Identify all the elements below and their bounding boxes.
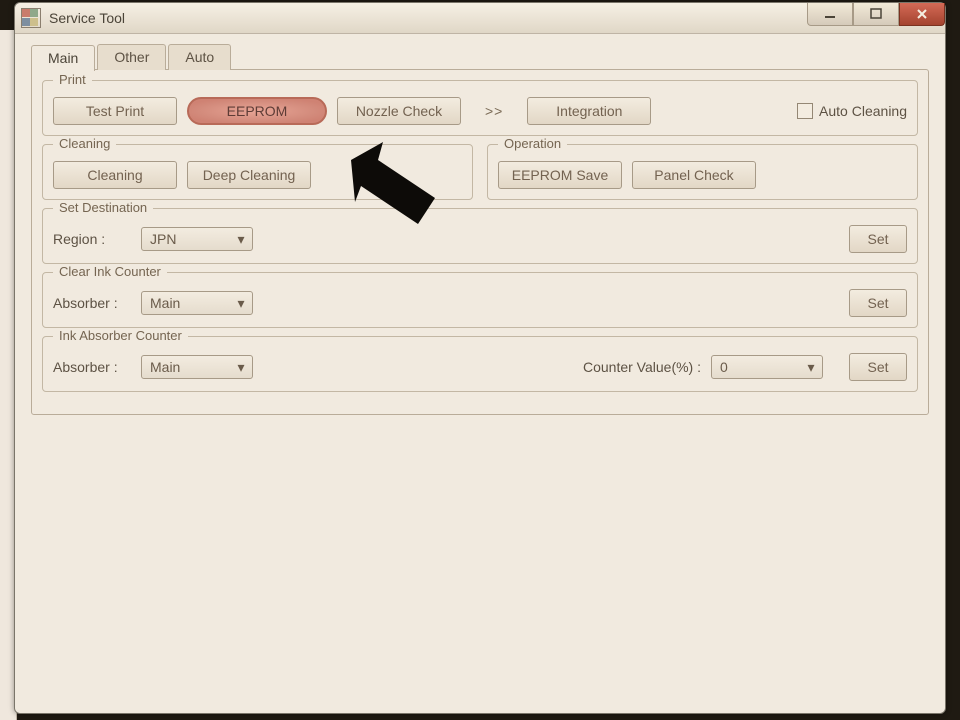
group-clear-ink: Clear Ink Counter Absorber : Main ▾ Set <box>42 272 918 328</box>
group-operation: Operation EEPROM Save Panel Check <box>487 144 918 200</box>
inkabs-absorber-select[interactable]: Main ▾ <box>141 355 253 379</box>
eeprom-save-button[interactable]: EEPROM Save <box>498 161 622 189</box>
group-cleaning-legend: Cleaning <box>53 136 116 151</box>
group-inkabs-legend: Ink Absorber Counter <box>53 328 188 343</box>
counter-value-select[interactable]: 0 ▾ <box>711 355 823 379</box>
print-row: Test Print EEPROM Nozzle Check >> Integr… <box>53 97 907 125</box>
tab-panel-main: Print Test Print EEPROM Nozzle Check >> … <box>31 69 929 415</box>
chevron-down-icon: ▾ <box>804 359 818 376</box>
eeprom-button[interactable]: EEPROM <box>187 97 327 125</box>
dest-set-button[interactable]: Set <box>849 225 907 253</box>
counter-value: 0 <box>720 359 804 375</box>
service-tool-window: Service Tool Main Other Auto <box>14 2 946 714</box>
minimize-icon <box>824 8 836 20</box>
counter-value-label: Counter Value(%) : <box>583 359 701 375</box>
clearink-absorber-select[interactable]: Main ▾ <box>141 291 253 315</box>
inkabs-set-button[interactable]: Set <box>849 353 907 381</box>
maximize-button[interactable] <box>853 3 899 26</box>
group-ink-absorber: Ink Absorber Counter Absorber : Main ▾ C… <box>42 336 918 392</box>
screen: Service Tool Main Other Auto <box>0 0 960 720</box>
inkabs-absorber-value: Main <box>150 359 234 375</box>
tab-other[interactable]: Other <box>97 44 166 70</box>
cleaning-button[interactable]: Cleaning <box>53 161 177 189</box>
group-dest-legend: Set Destination <box>53 200 153 215</box>
auto-cleaning-label: Auto Cleaning <box>819 103 907 119</box>
group-print-legend: Print <box>53 72 92 87</box>
cleaning-operation-row: Cleaning Cleaning Deep Cleaning Operatio… <box>42 144 918 208</box>
panel-check-button[interactable]: Panel Check <box>632 161 756 189</box>
nozzle-check-button[interactable]: Nozzle Check <box>337 97 461 125</box>
minimize-button[interactable] <box>807 3 853 26</box>
checkbox-icon <box>797 103 813 119</box>
test-print-button[interactable]: Test Print <box>53 97 177 125</box>
region-select[interactable]: JPN ▾ <box>141 227 253 251</box>
group-operation-legend: Operation <box>498 136 567 151</box>
client-area: Main Other Auto Print Test Print EEPROM … <box>15 34 945 713</box>
chevron-down-icon: ▾ <box>234 359 248 376</box>
more-indicator: >> <box>471 103 517 119</box>
group-cleaning: Cleaning Cleaning Deep Cleaning <box>42 144 473 200</box>
chevron-down-icon: ▾ <box>234 295 248 312</box>
close-button[interactable] <box>899 3 945 26</box>
region-label: Region : <box>53 231 131 247</box>
deep-cleaning-button[interactable]: Deep Cleaning <box>187 161 311 189</box>
group-print: Print Test Print EEPROM Nozzle Check >> … <box>42 80 918 136</box>
clearink-absorber-value: Main <box>150 295 234 311</box>
maximize-icon <box>870 8 882 20</box>
window-title: Service Tool <box>49 10 125 26</box>
group-set-destination: Set Destination Region : JPN ▾ Set <box>42 208 918 264</box>
group-clearink-legend: Clear Ink Counter <box>53 264 167 279</box>
chevron-down-icon: ▾ <box>234 231 248 248</box>
tab-strip: Main Other Auto <box>31 44 929 70</box>
clearink-set-button[interactable]: Set <box>849 289 907 317</box>
inkabs-absorber-label: Absorber : <box>53 359 131 375</box>
tab-main[interactable]: Main <box>31 45 95 71</box>
app-icon <box>21 8 41 28</box>
title-bar[interactable]: Service Tool <box>15 3 945 34</box>
window-controls <box>807 3 945 25</box>
clearink-absorber-label: Absorber : <box>53 295 131 311</box>
auto-cleaning-checkbox[interactable]: Auto Cleaning <box>797 103 907 119</box>
close-icon <box>916 8 928 20</box>
integration-button[interactable]: Integration <box>527 97 651 125</box>
region-value: JPN <box>150 231 234 247</box>
tab-auto[interactable]: Auto <box>168 44 231 70</box>
